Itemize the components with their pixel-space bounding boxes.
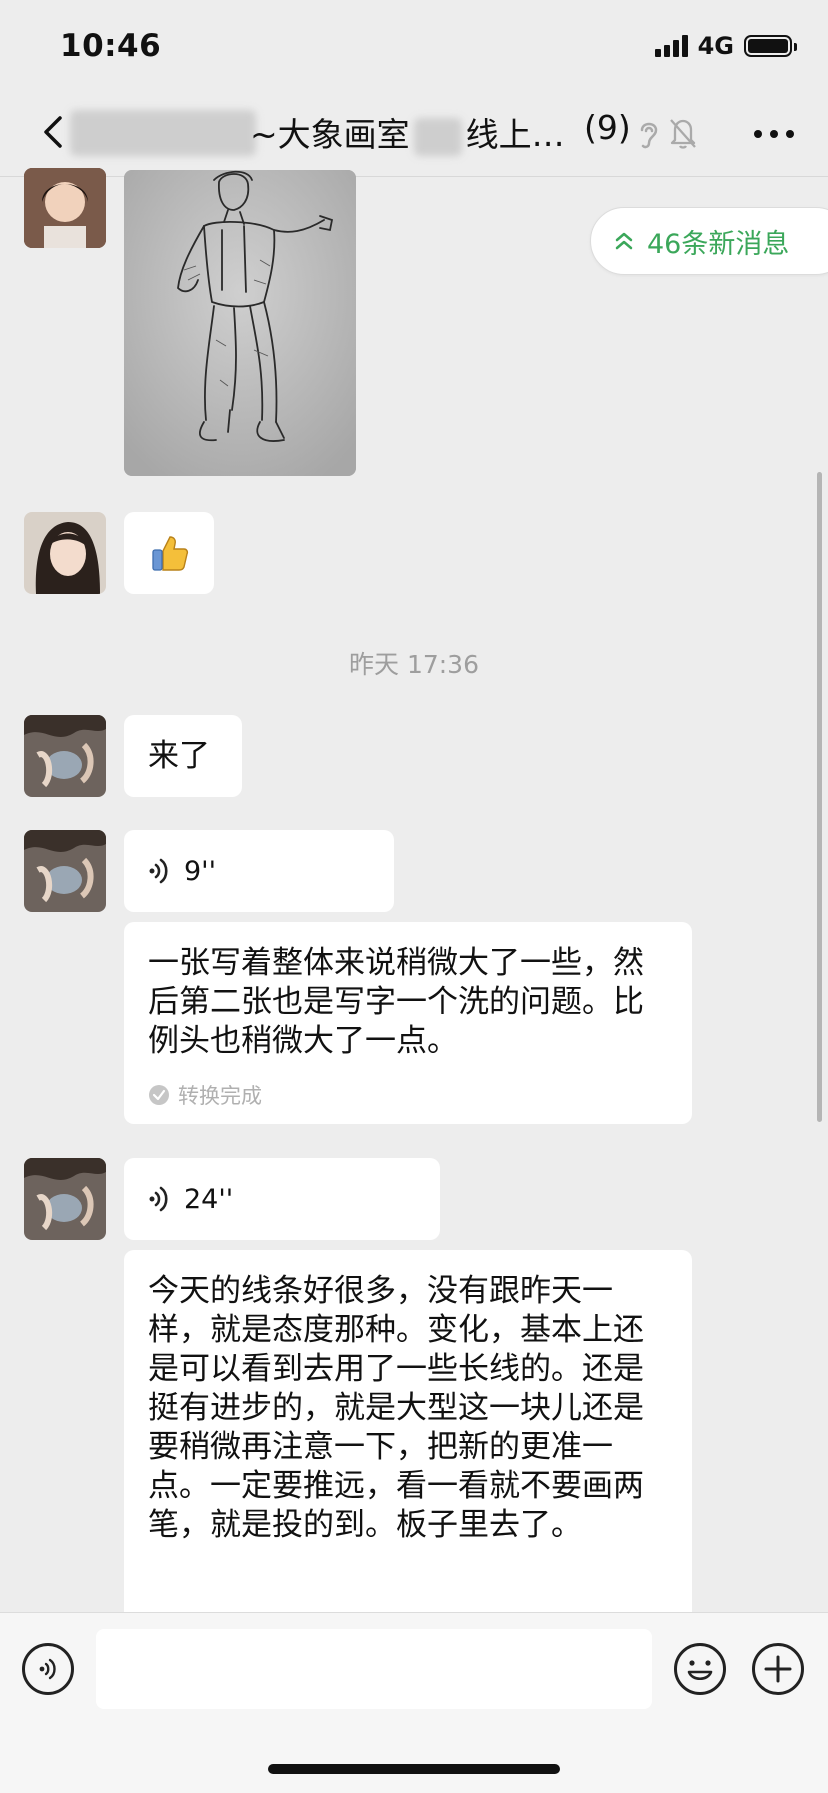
emoji-button[interactable] xyxy=(674,1643,726,1695)
ear-icon xyxy=(640,122,658,149)
chat-title[interactable]: ~大象画室 线上… xyxy=(250,108,565,156)
check-circle-icon xyxy=(149,1085,169,1105)
status-indicators: 4G xyxy=(654,32,797,60)
voice-message[interactable]: 24'' xyxy=(124,1158,440,1240)
bell-off-icon xyxy=(670,119,696,149)
voice-input-button[interactable] xyxy=(22,1643,74,1695)
chat-header: ~大象画室 线上… (9) xyxy=(0,90,828,177)
avatar[interactable] xyxy=(24,1158,106,1240)
voice-icon xyxy=(39,1658,56,1680)
status-time: 10:46 xyxy=(60,28,162,64)
voice-message[interactable]: 9'' xyxy=(124,830,394,912)
voice-icon xyxy=(149,858,168,884)
battery-icon xyxy=(744,35,797,57)
transcript-text: 今天的线条好很多，没有跟昨天一样，就是态度那种。变化，基本上还是可以看到去用了一… xyxy=(148,1273,644,1543)
voice-transcript[interactable]: 一张写着整体来说稍微大了一些，然后第二张也是写字一个洗的问题。比例头也稍微大了一… xyxy=(124,922,692,1124)
voice-duration: 24'' xyxy=(184,1183,234,1215)
redacted-name xyxy=(70,110,256,156)
voice-transcript[interactable]: 今天的线条好很多，没有跟昨天一样，就是态度那种。变化，基本上还是可以看到去用了一… xyxy=(124,1250,692,1622)
thumbs-up-icon xyxy=(152,536,189,571)
message-bubble[interactable] xyxy=(124,512,214,594)
voice-icon xyxy=(149,1186,168,1212)
avatar[interactable] xyxy=(24,512,106,594)
double-chevron-up-icon xyxy=(615,232,633,250)
sketch-image[interactable] xyxy=(124,170,356,476)
voice-duration: 9'' xyxy=(184,855,217,887)
home-indicator[interactable] xyxy=(268,1764,560,1774)
convert-status: 转换完成 xyxy=(148,1080,262,1110)
new-messages-button[interactable]: 46条新消息 xyxy=(590,207,828,275)
avatar[interactable] xyxy=(24,830,106,912)
transcript-text: 一张写着整体来说稍微大了一些，然后第二张也是写字一个洗的问题。比例头也稍微大了一… xyxy=(148,945,644,1059)
scrollbar[interactable] xyxy=(817,472,822,1122)
emoji-icon xyxy=(687,1660,713,1681)
signal-icon xyxy=(654,35,688,57)
new-messages-label: 46条新消息 xyxy=(647,228,790,260)
avatar[interactable] xyxy=(24,715,106,797)
time-divider: 昨天 17:36 xyxy=(349,650,479,679)
message-bubble[interactable]: 来了 xyxy=(124,715,242,797)
network-label: 4G xyxy=(697,32,734,60)
message-input[interactable] xyxy=(96,1629,652,1709)
convert-status-label: 转换完成 xyxy=(178,1084,262,1108)
plus-icon xyxy=(764,1655,792,1683)
plus-button[interactable] xyxy=(752,1643,804,1695)
member-count: (9) xyxy=(584,108,631,147)
message-text: 来了 xyxy=(148,737,210,774)
more-icon[interactable] xyxy=(754,130,794,138)
chevron-left-icon[interactable] xyxy=(34,112,74,152)
avatar[interactable] xyxy=(24,168,106,248)
